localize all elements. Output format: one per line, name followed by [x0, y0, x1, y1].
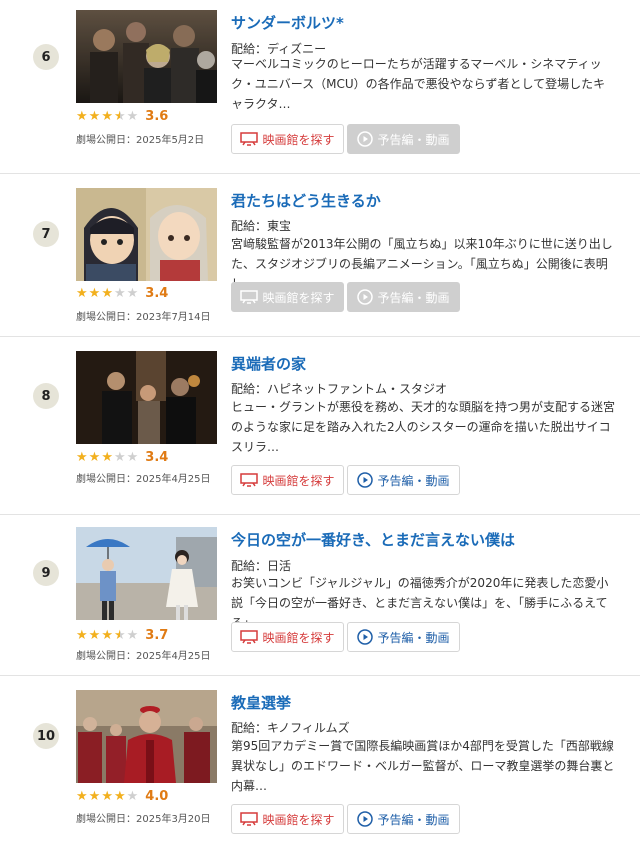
star-icon: ★: [88, 285, 101, 301]
movie-title[interactable]: 教皇選挙: [231, 692, 291, 713]
star-icon: ★: [113, 627, 126, 643]
movie-poster[interactable]: [76, 690, 217, 783]
rating-score: 3.6: [145, 108, 169, 124]
star-icon: ★: [88, 108, 101, 124]
trailer-button[interactable]: 予告編・動画: [347, 124, 460, 154]
release-date: 劇場公開日：2025年4月25日: [76, 474, 211, 485]
distributor: 配給：日活: [231, 559, 292, 573]
release-date: 劇場公開日：2025年5月2日: [76, 135, 205, 146]
movie-poster[interactable]: [76, 10, 217, 103]
trailer-button[interactable]: 予告編・動画: [347, 622, 460, 652]
ranking-item: 8 ★ ★ ★ ★ ★ 3.4 劇場公開日：2025年4月25日 異端者の家 配給：ハピネ…: [0, 337, 640, 515]
release-date: 劇場公開日：2023年7月14日: [76, 312, 211, 323]
release-date: 劇場公開日：2025年3月20日: [76, 814, 211, 825]
theater-screen-icon: [240, 630, 259, 644]
find-theater-label: 映画館を探す: [262, 630, 335, 645]
find-theater-label: 映画館を探す: [262, 473, 335, 488]
star-rating: ★ ★ ★ ★ ★ 3.7: [76, 627, 168, 643]
movie-title[interactable]: サンダーボルツ*: [231, 12, 344, 33]
star-icon: ★: [126, 108, 139, 124]
star-icon: ★: [101, 788, 113, 804]
find-theater-label: 映画館を探す: [262, 812, 335, 827]
star-icon: ★: [101, 449, 113, 465]
play-circle-icon: [357, 131, 374, 147]
play-circle-icon: [357, 811, 374, 827]
star-icon: ★: [76, 285, 88, 301]
play-circle-icon: [357, 472, 374, 488]
movie-poster[interactable]: [76, 527, 217, 620]
rating-score: 4.0: [145, 788, 169, 804]
find-theater-button[interactable]: 映画館を探す: [231, 804, 344, 834]
star-icon: ★: [101, 627, 113, 643]
find-theater-button[interactable]: 映画館を探す: [231, 282, 344, 312]
star-icon: ★: [126, 627, 139, 643]
ranking-item: 9 ★ ★ ★ ★ ★ 3.7 劇場公開日：2025年4月25日 今日の空が一番好き、とま…: [0, 515, 640, 676]
movie-title[interactable]: 今日の空が一番好き、とまだ言えない僕は: [231, 529, 515, 550]
rating-score: 3.4: [145, 285, 169, 301]
release-date: 劇場公開日：2025年4月25日: [76, 651, 211, 662]
trailer-label: 予告編・動画: [377, 290, 450, 305]
find-theater-button[interactable]: 映画館を探す: [231, 124, 344, 154]
rating-score: 3.7: [145, 627, 169, 643]
rank-badge: 9: [33, 560, 59, 586]
theater-screen-icon: [240, 473, 259, 487]
star-icon: ★: [113, 285, 126, 301]
trailer-button[interactable]: 予告編・動画: [347, 804, 460, 834]
play-circle-icon: [357, 289, 374, 305]
trailer-label: 予告編・動画: [377, 812, 450, 827]
trailer-label: 予告編・動画: [377, 473, 450, 488]
star-icon: ★: [88, 627, 101, 643]
trailer-button[interactable]: 予告編・動画: [347, 282, 460, 312]
rank-badge: 10: [33, 723, 59, 749]
trailer-button[interactable]: 予告編・動画: [347, 465, 460, 495]
trailer-label: 予告編・動画: [377, 132, 450, 147]
star-icon: ★: [88, 449, 101, 465]
theater-screen-icon: [240, 132, 259, 146]
theater-screen-icon: [240, 290, 259, 304]
rank-badge: 6: [33, 44, 59, 70]
rating-score: 3.4: [145, 449, 169, 465]
star-icon: ★: [76, 449, 88, 465]
rank-badge: 7: [33, 221, 59, 247]
movie-poster[interactable]: [76, 351, 217, 444]
movie-title[interactable]: 異端者の家: [231, 353, 306, 374]
star-rating: ★ ★ ★ ★ ★ 4.0: [76, 788, 168, 804]
movie-title[interactable]: 君たちはどう生きるか: [231, 190, 381, 211]
movie-poster[interactable]: [76, 188, 217, 281]
play-circle-icon: [357, 629, 374, 645]
star-icon: ★: [76, 788, 88, 804]
star-icon: ★: [126, 285, 139, 301]
distributor: 配給：東宝: [231, 219, 292, 233]
movie-description: 第95回アカデミー賞で国際長編映画賞ほか4部門を受賞した「西部戦線異状なし」のエ…: [231, 739, 615, 793]
star-icon: ★: [76, 108, 88, 124]
find-theater-label: 映画館を探す: [262, 290, 335, 305]
ranking-list: 6 ★ ★ ★ ★ ★ 3.6 劇場公開日：2025年5月2日 サンダーボルツ* 配給：デ…: [0, 0, 640, 851]
trailer-label: 予告編・動画: [377, 630, 450, 645]
theater-screen-icon: [240, 812, 259, 826]
star-rating: ★ ★ ★ ★ ★ 3.4: [76, 449, 168, 465]
find-theater-label: 映画館を探す: [262, 132, 335, 147]
find-theater-button[interactable]: 映画館を探す: [231, 622, 344, 652]
star-icon: ★: [126, 449, 139, 465]
star-icon: ★: [101, 108, 113, 124]
ranking-item: 6 ★ ★ ★ ★ ★ 3.6 劇場公開日：2025年5月2日 サンダーボルツ* 配給：デ…: [0, 0, 640, 174]
star-icon: ★: [113, 788, 126, 804]
ranking-item: 10 ★ ★ ★ ★ ★ 4.0 劇場公開日：2025年3月20日 教皇選挙 配給：キノフ…: [0, 676, 640, 851]
distributor: 配給：ハピネットファントム・スタジオ: [231, 382, 448, 396]
ranking-item: 7 ★ ★ ★ ★ ★ 3.4 劇場公開日：2023年7月14日 君たちはどう生きるか 配…: [0, 174, 640, 337]
star-icon: ★: [88, 788, 101, 804]
movie-description: ヒュー・グラントが悪役を務め、天才的な頭脳を持つ男が支配する迷宮のような家に足を…: [231, 400, 616, 454]
find-theater-button[interactable]: 映画館を探す: [231, 465, 344, 495]
star-rating: ★ ★ ★ ★ ★ 3.6: [76, 108, 168, 124]
distributor: 配給：キノフィルムズ: [231, 721, 350, 735]
rank-badge: 8: [33, 383, 59, 409]
star-icon: ★: [76, 627, 88, 643]
movie-description: マーベルコミックのヒーローたちが活躍するマーベル・シネマティック・ユニバース（M…: [231, 57, 606, 111]
star-icon: ★: [113, 108, 126, 124]
star-icon: ★: [126, 788, 139, 804]
star-icon: ★: [101, 285, 113, 301]
star-rating: ★ ★ ★ ★ ★ 3.4: [76, 285, 168, 301]
star-icon: ★: [113, 449, 126, 465]
